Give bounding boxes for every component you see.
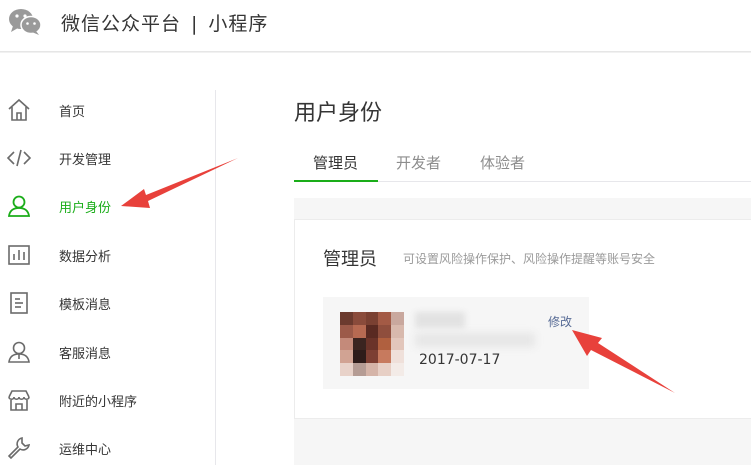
card-title: 管理员 bbox=[323, 249, 377, 270]
sidebar-item-label: 模板消息 bbox=[59, 298, 112, 313]
sidebar-item-label: 客服消息 bbox=[59, 347, 112, 362]
product-name: 小程序 bbox=[208, 13, 269, 35]
admin-bind-date: 2017-07-17 bbox=[419, 352, 501, 368]
sidebar-item-data-analysis[interactable]: 数据分析 bbox=[0, 234, 215, 274]
sidebar-item-label: 运维中心 bbox=[59, 443, 112, 458]
page-title: 用户身份 bbox=[294, 101, 383, 126]
sidebar-item-home[interactable]: 首页 bbox=[0, 89, 215, 129]
card-description: 可设置风险操作保护、风险操作提醒等账号安全 bbox=[403, 252, 656, 266]
code-icon bbox=[6, 149, 32, 167]
store-icon bbox=[8, 390, 30, 411]
wechat-logo-icon bbox=[9, 9, 42, 35]
tab-developers[interactable]: 开发者 bbox=[396, 152, 441, 182]
admin-entry: 2017-07-17 修改 bbox=[323, 297, 589, 389]
user-icon bbox=[7, 195, 31, 217]
admin-id-redacted bbox=[415, 333, 535, 347]
tab-bar: 管理员 开发者 体验者 bbox=[294, 148, 751, 182]
admin-name-redacted bbox=[415, 312, 465, 328]
support-icon bbox=[8, 341, 30, 363]
top-bar: 微信公众平台 | 小程序 bbox=[0, 0, 751, 52]
sidebar: 首页 开发管理 用户身份 数据分析 模板消息 客服消息 附近的小程序 运维中心 bbox=[0, 53, 216, 465]
active-tab-indicator bbox=[294, 180, 378, 182]
edit-admin-link[interactable]: 修改 bbox=[548, 313, 572, 330]
sidebar-item-template-messages[interactable]: 模板消息 bbox=[0, 282, 215, 322]
main-content: 用户身份 管理员 开发者 体验者 管理员 可设置风险操作保护、风险操作提醒等账号… bbox=[216, 53, 751, 465]
admin-card: 管理员 可设置风险操作保护、风险操作提醒等账号安全 2017-07-17 修改 bbox=[294, 219, 751, 419]
sidebar-item-nearby-miniprograms[interactable]: 附近的小程序 bbox=[0, 379, 215, 419]
home-icon bbox=[8, 98, 30, 121]
sidebar-item-dev-management[interactable]: 开发管理 bbox=[0, 137, 215, 177]
sidebar-item-customer-service[interactable]: 客服消息 bbox=[0, 331, 215, 371]
document-icon bbox=[10, 292, 28, 314]
brand-name: 微信公众平台 bbox=[61, 13, 182, 35]
brand-title: 微信公众平台 | 小程序 bbox=[61, 9, 268, 36]
sidebar-item-label: 附近的小程序 bbox=[59, 395, 138, 410]
avatar bbox=[340, 312, 404, 376]
tab-admins[interactable]: 管理员 bbox=[313, 152, 358, 182]
wrench-icon bbox=[7, 437, 31, 460]
sidebar-item-label: 用户身份 bbox=[59, 201, 112, 216]
sidebar-item-ops-center[interactable]: 运维中心 bbox=[0, 427, 215, 465]
brand-separator: | bbox=[191, 13, 199, 35]
sidebar-item-label: 数据分析 bbox=[59, 250, 112, 265]
chart-icon bbox=[8, 245, 30, 265]
sidebar-item-user-identity[interactable]: 用户身份 bbox=[0, 185, 215, 225]
tab-testers[interactable]: 体验者 bbox=[480, 152, 525, 182]
sidebar-item-label: 首页 bbox=[59, 105, 86, 120]
sidebar-item-label: 开发管理 bbox=[59, 153, 112, 168]
